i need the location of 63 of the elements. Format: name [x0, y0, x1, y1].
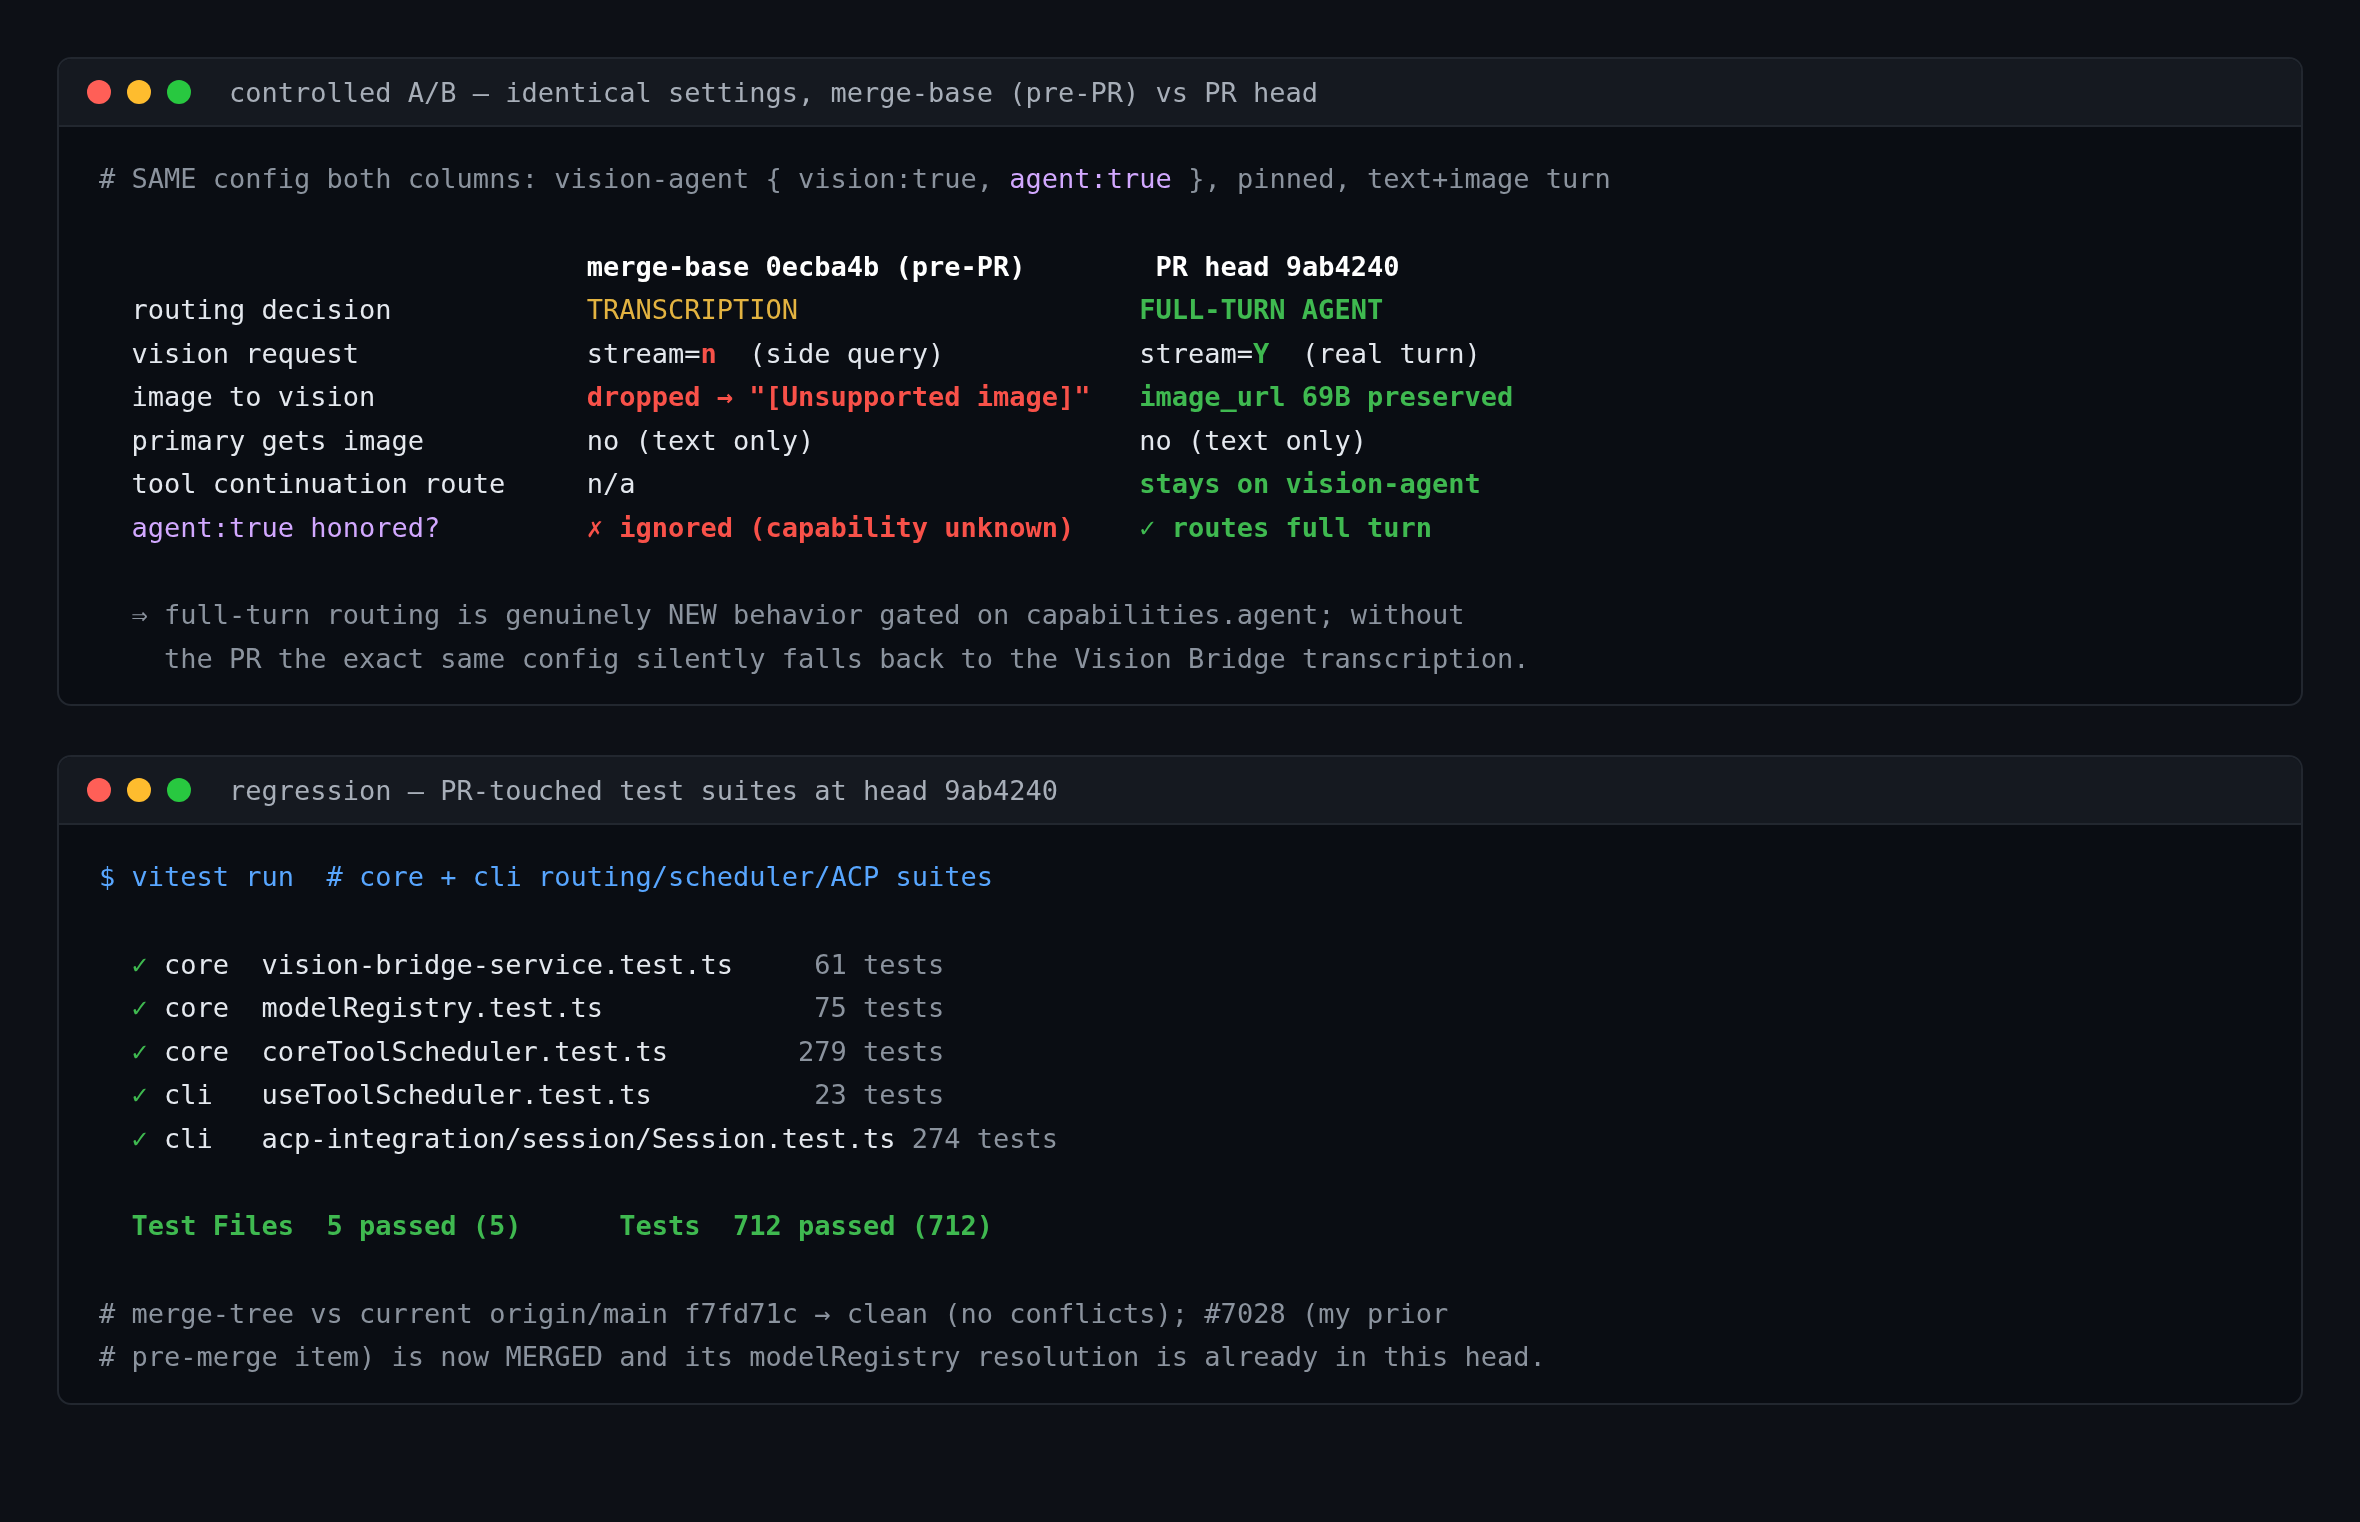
file-name: acp-integration/session/Session.test.ts [261, 1121, 896, 1156]
test-unit: tests [862, 947, 945, 982]
note-line: the PR the exact same config silently falls back to the Vision Bridge transcription. [164, 641, 1530, 676]
package-name: core [164, 991, 231, 1025]
test-unit: tests [976, 1121, 1059, 1156]
check-icon: ✓ [131, 1073, 164, 1117]
package-name: cli [164, 1078, 214, 1112]
row-label: vision request [131, 336, 361, 371]
close-icon[interactable] [87, 80, 111, 104]
table-cell-text: FULL-TURN AGENT [1139, 293, 1384, 327]
window-title: controlled A/B — identical settings, merge-base (pre-PR) vs PR head [229, 76, 1319, 108]
table-cell-text: TRANSCRIPTION [586, 293, 799, 327]
test-unit: tests [862, 1034, 945, 1069]
test-count: 274 [910, 1121, 961, 1156]
maximize-icon[interactable] [167, 778, 191, 802]
comment-line: # pre-merge item) is now MERGED and its modelRegistry resolution is already in this head. [99, 1340, 1546, 1374]
summary-value: 712 passed (712) [732, 1209, 994, 1243]
table-cell-text: no (text only) [586, 423, 816, 458]
test-unit: tests [862, 1078, 945, 1112]
row-label: primary gets image [131, 423, 426, 458]
command-line: $ vitest run # core + cli routing/scheduler/ACP suites [99, 860, 994, 894]
package-name: cli [164, 1121, 214, 1156]
comment-line: # merge-tree vs current origin/main f7fd71c → clean (no conflicts); #7028 (my prior [99, 1296, 1449, 1331]
summary-label: Test Files [131, 1209, 295, 1243]
check-icon: ✓ [131, 986, 164, 1030]
row-label: agent:true honored? [131, 510, 442, 545]
column-header: merge-base 0ecba4b (pre-PR) [586, 249, 1027, 284]
minimize-icon[interactable] [127, 80, 151, 104]
note-line: ⇒ full-turn routing is genuinely NEW behavior gated on capabilities.agent; without [131, 598, 1465, 632]
table-cell-text: stream=n (side query) [586, 336, 946, 371]
table-cell-text: n/a [586, 467, 637, 501]
package-name: core [164, 1034, 231, 1069]
file-name: modelRegistry.test.ts [261, 991, 604, 1025]
table-cell-text: no (text only) [1139, 423, 1367, 458]
maximize-icon[interactable] [167, 80, 191, 104]
table-cell-text: dropped → "[Unsupported image]" [586, 380, 1092, 414]
row-label: routing decision [131, 293, 393, 327]
close-icon[interactable] [87, 778, 111, 802]
window-title: regression — PR-touched test suites at head 9ab4240 [229, 774, 1059, 806]
table-cell-text: stream=Y (real turn) [1139, 336, 1481, 371]
check-icon: ✓ [131, 942, 164, 986]
file-name: useToolScheduler.test.ts [261, 1078, 653, 1112]
test-count: 61 [813, 947, 847, 982]
summary-value: 5 passed (5) [326, 1209, 522, 1243]
check-icon: ✓ [131, 1116, 164, 1160]
table-cell-text: image_url 69B preserved [1139, 380, 1514, 414]
test-count: 23 [813, 1078, 847, 1112]
column-header: PR head 9ab4240 [1155, 249, 1400, 284]
table-cell-text: ✗ ignored (capability unknown) [586, 510, 1076, 545]
test-count: 75 [813, 991, 847, 1025]
row-label: tool continuation route [131, 467, 507, 501]
package-name: core [164, 947, 231, 982]
test-count: 279 [796, 1034, 847, 1069]
summary-label: Tests [619, 1209, 701, 1243]
comment-line: # SAME config both columns: vision-agent { vision:true, agent:true }, pinned, text+image turn [99, 162, 1611, 196]
file-name: coreToolScheduler.test.ts [261, 1034, 669, 1069]
file-name: vision-bridge-service.test.ts [261, 947, 734, 982]
minimize-icon[interactable] [127, 778, 151, 802]
check-icon: ✓ [131, 1029, 164, 1073]
test-unit: tests [862, 991, 945, 1025]
table-cell-text: stays on vision-agent [1139, 467, 1481, 501]
row-label: image to vision [131, 380, 377, 414]
table-cell-text: ✓ routes full turn [1139, 510, 1432, 545]
